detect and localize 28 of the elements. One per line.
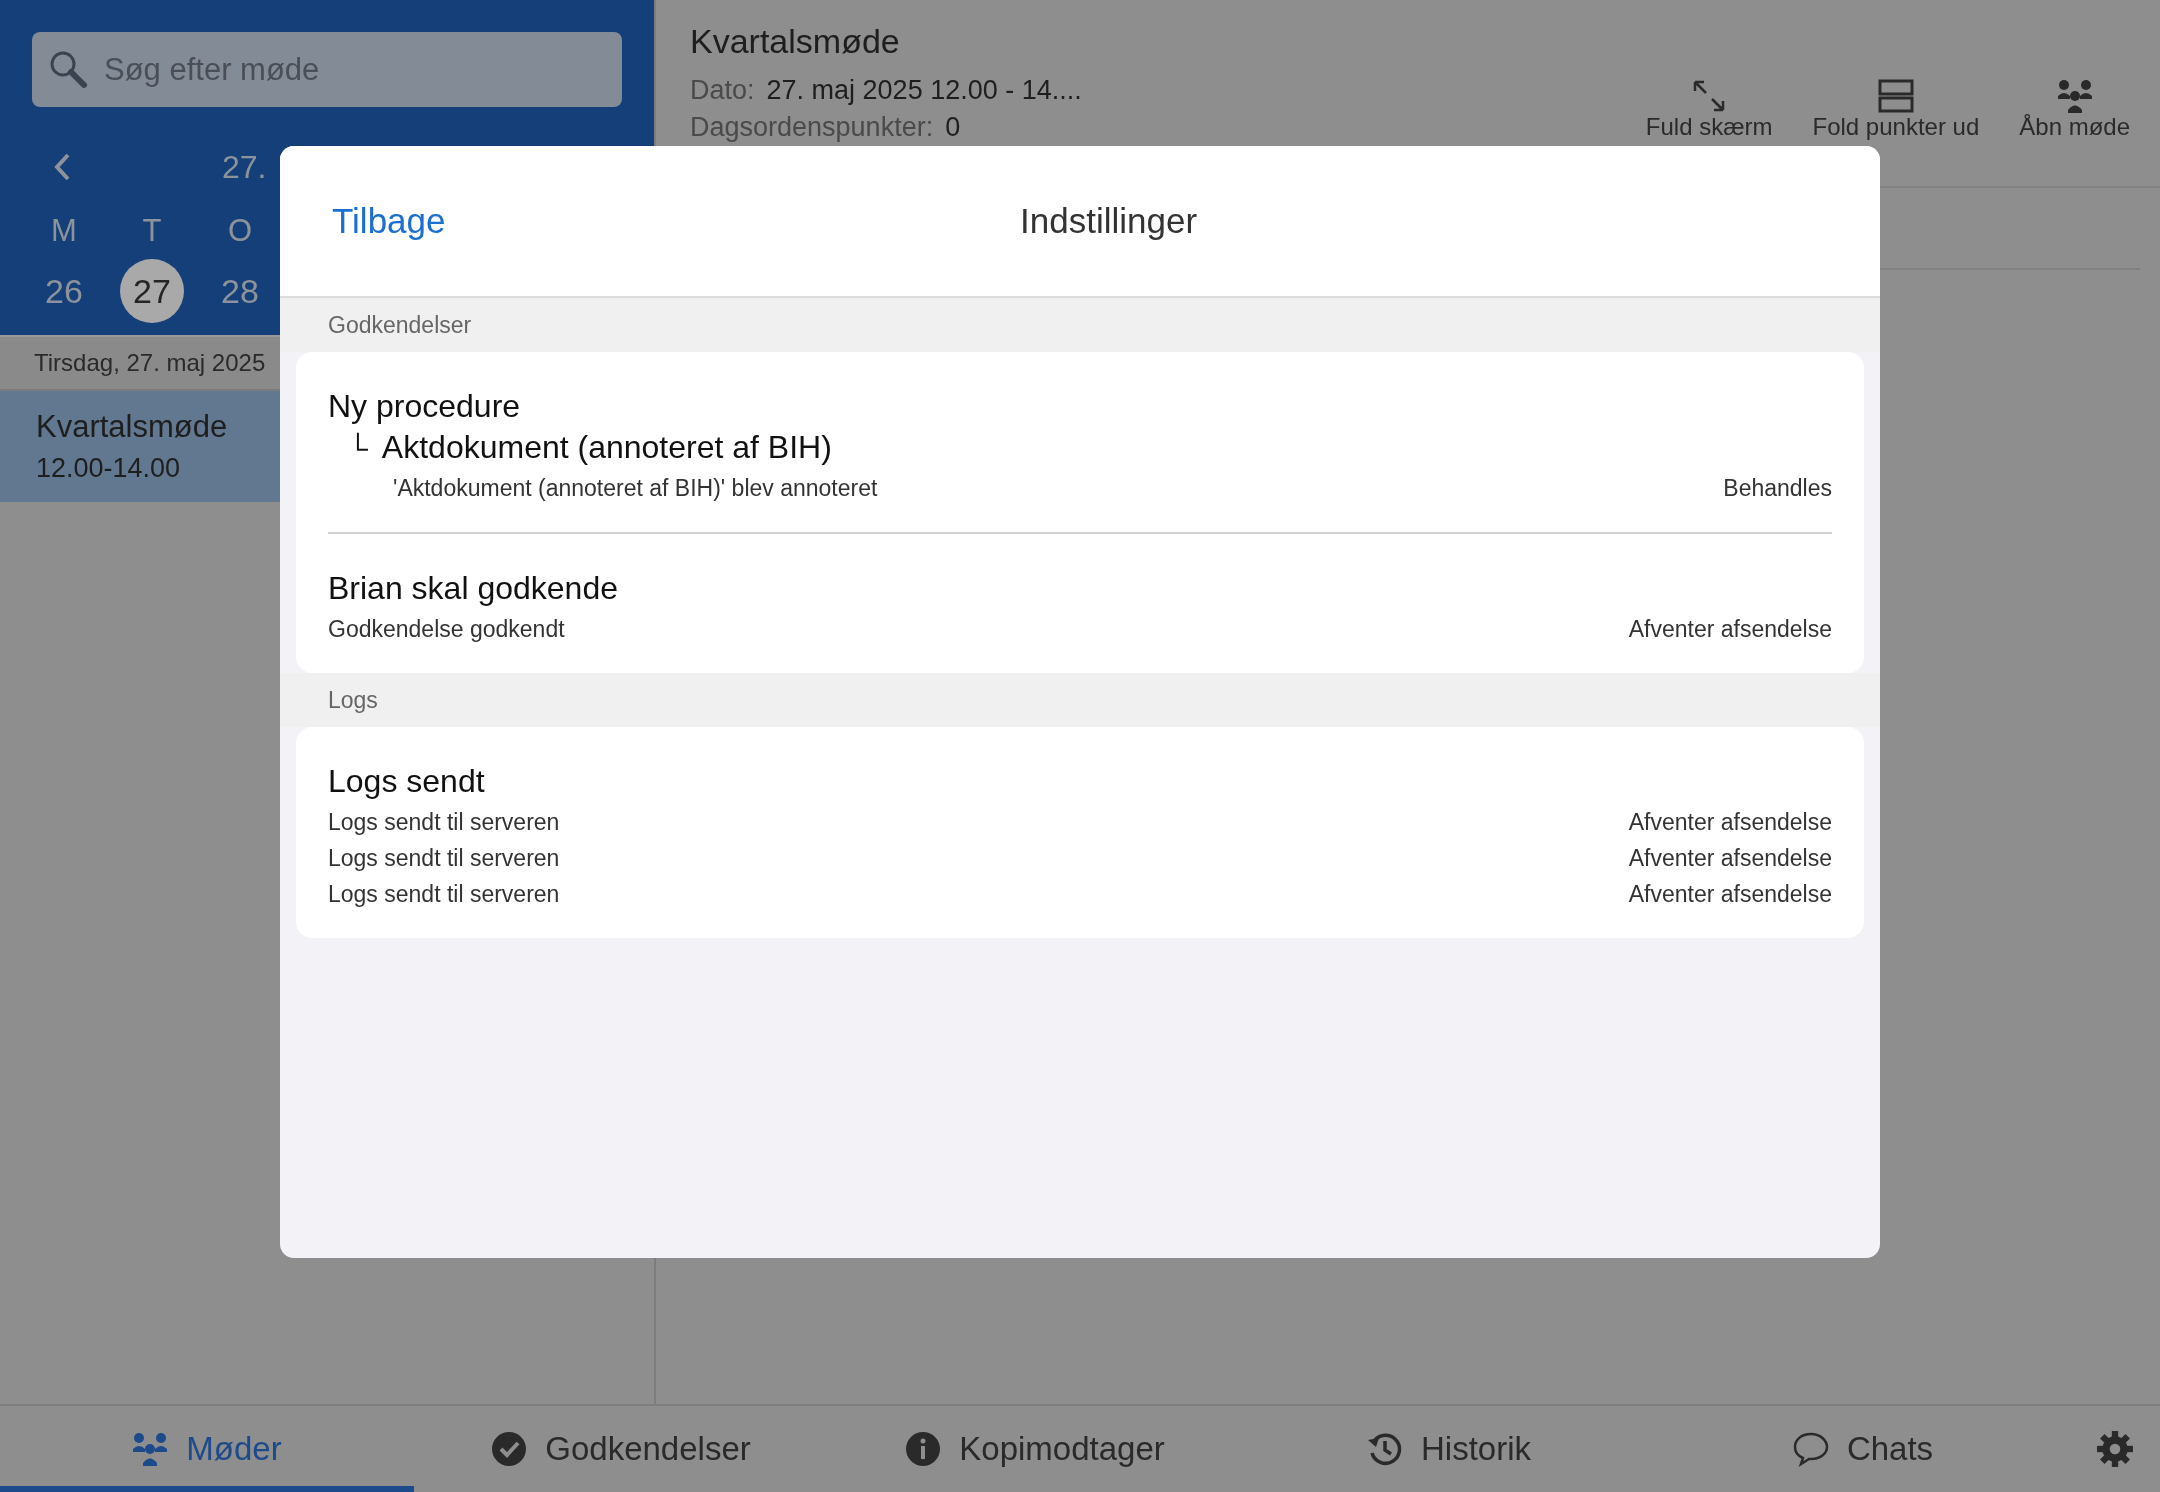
item-description: Logs sendt til serveren <box>328 808 560 836</box>
weekday-label: T <box>142 212 162 250</box>
item-title: Logs sendt <box>328 763 485 800</box>
item-title: Brian skal godkende <box>328 570 618 607</box>
item-description: Godkendelse godkendt <box>328 615 565 643</box>
agenda-label: Dagsordenspunkter: <box>690 112 934 143</box>
section-header: Logs <box>328 686 378 714</box>
item-status: Behandles <box>1723 474 1832 502</box>
meeting-title: Kvartalsmøde <box>690 22 901 61</box>
agenda-value: 0 <box>945 112 961 143</box>
item-status: Afventer afsendelse <box>1628 808 1832 836</box>
item-title: Ny procedure <box>328 388 521 425</box>
item-description: Logs sendt til serveren <box>328 880 560 908</box>
item-status: Afventer afsendelse <box>1628 844 1832 872</box>
date-value: 27. maj 2025 12.00 - 14.... <box>766 75 1082 106</box>
meeting-time: 12.00-14.00 <box>36 453 181 484</box>
dialog-title: Indstillinger <box>1020 201 1198 241</box>
meeting-title: Kvartalsmøde <box>36 409 228 445</box>
item-subtitle: Aktdokument (annoteret af BIH) <box>381 429 832 466</box>
item-status: Afventer afsendelse <box>1628 880 1832 908</box>
date-label: Dato: <box>690 75 755 106</box>
weekday-label: O <box>227 212 253 250</box>
item-status: Afventer afsendelse <box>1628 615 1832 643</box>
item-description: 'Aktdokument (annoteret af BIH)' blev annoteret <box>393 474 878 502</box>
month-label: 27. <box>222 148 267 186</box>
item-description: Logs sendt til serveren <box>328 844 560 872</box>
weekday-label: M <box>51 212 77 250</box>
tree-branch-mark: └ <box>348 433 368 465</box>
